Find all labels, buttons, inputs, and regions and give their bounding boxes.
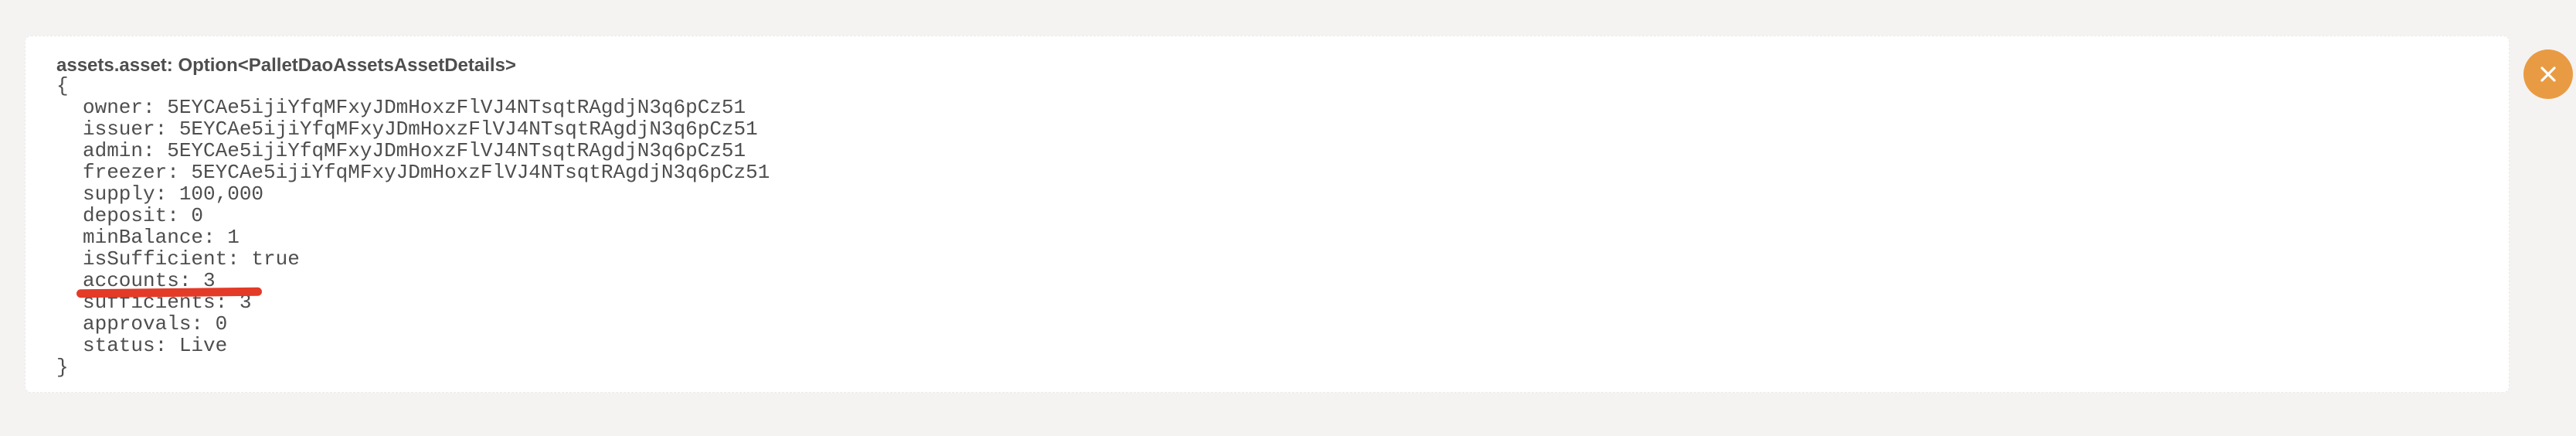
field-owner: owner: 5EYCAe5ijiYfqMFxyJDmHoxzFlVJ4NTsq… bbox=[83, 96, 746, 119]
field-min-balance: minBalance: 1 bbox=[83, 226, 240, 249]
close-button[interactable] bbox=[2523, 49, 2573, 99]
field-admin: admin: 5EYCAe5ijiYfqMFxyJDmHoxzFlVJ4NTsq… bbox=[83, 139, 746, 162]
close-brace: } bbox=[56, 356, 69, 379]
field-status: status: Live bbox=[83, 334, 228, 357]
field-approvals: approvals: 0 bbox=[83, 312, 228, 336]
field-is-sufficient: isSufficient: true bbox=[83, 247, 300, 271]
close-icon bbox=[2540, 66, 2556, 82]
field-issuer: issuer: 5EYCAe5ijiYfqMFxyJDmHoxzFlVJ4NTs… bbox=[83, 118, 758, 141]
result-code-block: { owner: 5EYCAe5ijiYfqMFxyJDmHoxzFlVJ4NTs… bbox=[56, 75, 770, 378]
field-deposit: deposit: 0 bbox=[83, 204, 204, 227]
query-result-card: assets.asset: Option<PalletDaoAssetsAsse… bbox=[25, 36, 2510, 393]
field-freezer: freezer: 5EYCAe5ijiYfqMFxyJDmHoxzFlVJ4NT… bbox=[83, 161, 770, 184]
field-supply: supply: 100,000 bbox=[83, 182, 264, 206]
open-brace: { bbox=[56, 74, 69, 97]
